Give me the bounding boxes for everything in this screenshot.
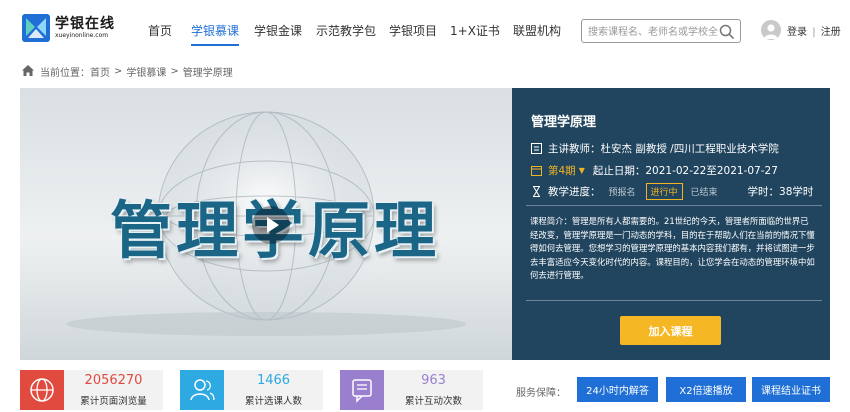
course-hours: 38学时 bbox=[779, 186, 814, 198]
breadcrumb-mooc[interactable]: 学银慕课 bbox=[126, 64, 166, 79]
course-dates: 2021-02-22至2021-07-27 bbox=[645, 165, 778, 177]
service-label: 服务保障： bbox=[516, 388, 566, 399]
nav-item-1x-cert[interactable]: 1+X证书 bbox=[450, 22, 500, 40]
course-video-player[interactable]: 管理学原理 bbox=[20, 88, 512, 360]
search-icon[interactable] bbox=[718, 23, 736, 41]
logo-domain: xueyinonline.com bbox=[55, 32, 109, 39]
breadcrumb-sep: > bbox=[170, 66, 179, 77]
enrollments-label: 累计选课人数 bbox=[244, 396, 302, 407]
nav-item-home[interactable]: 首页 bbox=[148, 22, 172, 40]
stage-in-progress: 进行中 bbox=[645, 183, 683, 200]
nav-item-teaching-pack[interactable]: 示范教学包 bbox=[316, 22, 376, 40]
period-select[interactable]: 第4期 bbox=[548, 163, 576, 178]
stat-page-views: 2056270 累计页面浏览量 bbox=[20, 370, 163, 410]
service-certificate-button[interactable]: 课程结业证书 bbox=[752, 377, 830, 402]
teacher-row: 主讲教师： 杜安杰 副教授 /四川工程职业技术学院 bbox=[531, 141, 779, 156]
page-views-count: 2056270 bbox=[84, 373, 143, 388]
nav-item-gold-course[interactable]: 学银金课 bbox=[254, 22, 302, 40]
progress-label: 教学进度： bbox=[548, 186, 601, 198]
logo-title: 学银在线 bbox=[55, 16, 115, 32]
breadcrumb-home[interactable]: 首页 bbox=[90, 64, 110, 79]
service-24h-answer-button[interactable]: 24小时内解答 bbox=[577, 377, 658, 402]
hours-label: 学时： bbox=[747, 186, 780, 198]
globe-icon bbox=[20, 370, 64, 410]
interactions-label: 累计互动次数 bbox=[404, 396, 462, 407]
divider bbox=[526, 300, 822, 301]
stat-interactions: 963 累计互动次数 bbox=[340, 370, 483, 410]
stage-ended: 已结束 bbox=[690, 188, 718, 198]
chat-icon bbox=[340, 370, 384, 410]
login-link[interactable]: 登录 bbox=[787, 27, 807, 38]
search-input[interactable] bbox=[588, 21, 718, 44]
interactions-count: 963 bbox=[421, 373, 446, 388]
join-course-button[interactable]: 加入课程 bbox=[620, 316, 721, 345]
course-title: 管理学原理 bbox=[531, 115, 597, 130]
hourglass-icon bbox=[533, 186, 540, 197]
user-area: 登录 | 注册 bbox=[761, 20, 841, 40]
users-icon bbox=[180, 370, 224, 410]
breadcrumb-prefix: 当前位置： bbox=[40, 68, 90, 79]
breadcrumb: 当前位置： 首页 > 学银慕课 > 管理学原理 bbox=[22, 64, 237, 79]
progress-row: 教学进度： 预报名 进行中 已结束 学时： 38学时 bbox=[531, 183, 813, 200]
page-views-label: 累计页面浏览量 bbox=[80, 396, 147, 407]
stage-preregister: 预报名 bbox=[608, 188, 636, 198]
course-description: 课程简介：管理是所有人都需要的。21世纪的今天，管理者所面临的世界已经改变，管理… bbox=[530, 216, 815, 280]
home-icon bbox=[22, 64, 34, 79]
play-button[interactable] bbox=[252, 206, 290, 244]
date-label: 起止日期： bbox=[592, 165, 646, 177]
period-row: 第4期 ▼ 起止日期： 2021-02-22至2021-07-27 bbox=[531, 163, 778, 178]
teacher-name[interactable]: 杜安杰 副教授 /四川工程职业技术学院 bbox=[601, 141, 779, 156]
calendar-icon bbox=[531, 166, 542, 176]
enrollments-count: 1466 bbox=[256, 373, 291, 388]
teacher-label: 主讲教师： bbox=[548, 143, 601, 155]
breadcrumb-sep: > bbox=[114, 66, 123, 77]
search-box bbox=[581, 19, 741, 44]
divider bbox=[526, 205, 822, 206]
link-separator: | bbox=[812, 26, 816, 38]
site-header: 学银在线 xueyinonline.com 首页 学银慕课 学银金课 示范教学包… bbox=[0, 0, 850, 58]
teacher-icon bbox=[531, 143, 542, 154]
logo-mark-icon bbox=[22, 14, 50, 42]
site-logo[interactable]: 学银在线 xueyinonline.com bbox=[22, 14, 115, 42]
nav-item-projects[interactable]: 学银项目 bbox=[389, 22, 437, 40]
register-link[interactable]: 注册 bbox=[821, 27, 841, 38]
service-2x-speed-button[interactable]: X2倍速播放 bbox=[666, 377, 746, 402]
nav-item-mooc[interactable]: 学银慕课 bbox=[191, 22, 240, 46]
nav-item-alliance[interactable]: 联盟机构 bbox=[513, 22, 561, 40]
stat-enrollments: 1466 累计选课人数 bbox=[180, 370, 323, 410]
chevron-down-icon[interactable]: ▼ bbox=[579, 166, 585, 175]
course-info-panel: 管理学原理 主讲教师： 杜安杰 副教授 /四川工程职业技术学院 第4期 ▼ 起止… bbox=[512, 88, 830, 360]
breadcrumb-current: 管理学原理 bbox=[182, 68, 233, 79]
avatar-icon[interactable] bbox=[761, 20, 781, 40]
